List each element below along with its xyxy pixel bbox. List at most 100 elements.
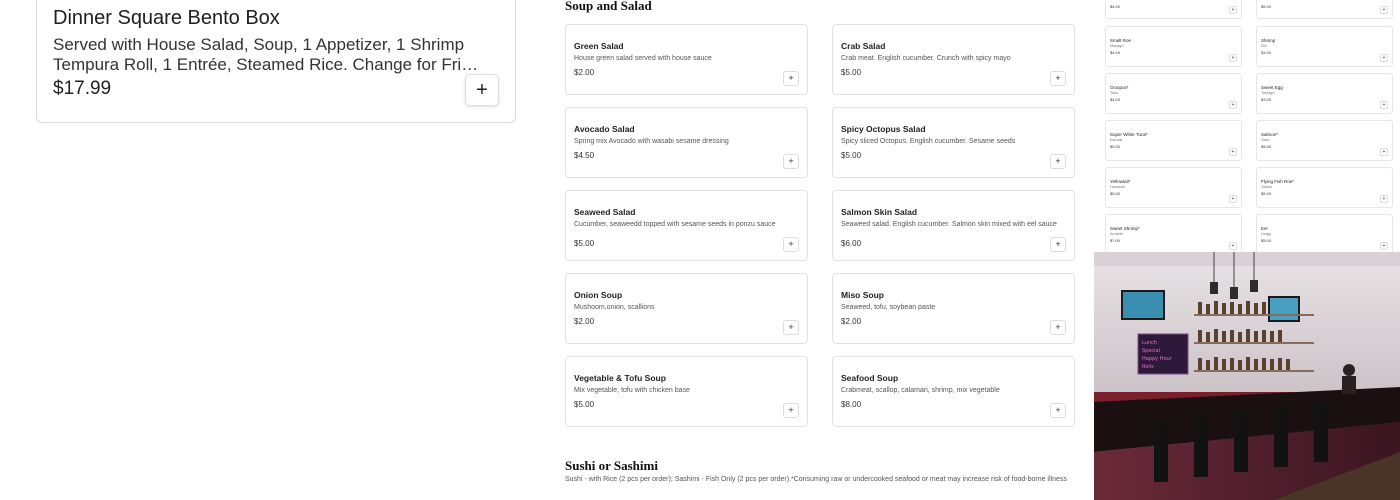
plus-icon: + xyxy=(476,78,488,101)
add-item-button[interactable]: + xyxy=(1050,320,1066,335)
plus-icon: + xyxy=(1382,243,1386,249)
menu-item-description: Crab meat. English cucumber. Crunch with… xyxy=(841,55,1011,62)
menu-item-name: Miso Soup xyxy=(841,290,884,300)
tiny-menu-card[interactable]: Super White Tuna* Escolar $5.00 + xyxy=(1105,120,1242,161)
plus-icon: + xyxy=(1231,7,1235,13)
add-item-button[interactable]: + xyxy=(1380,6,1388,14)
menu-item-card[interactable]: Seaweed Salad Cucumber, seaweedd topped w… xyxy=(565,190,808,261)
menu-item-card[interactable]: Crab Salad Crab meat. English cucumber. C… xyxy=(832,24,1075,95)
plus-icon: + xyxy=(1055,156,1061,166)
tiny-menu-subname: Amaebi xyxy=(1110,232,1123,236)
tiny-menu-subname: Escolar xyxy=(1110,138,1123,142)
add-item-button[interactable]: + xyxy=(783,237,799,252)
menu-item-description: Cucumber, seaweedd topped with sesame se… xyxy=(574,221,776,228)
add-to-cart-button[interactable]: + xyxy=(465,74,499,106)
plus-icon: + xyxy=(1231,55,1235,61)
add-item-button[interactable]: + xyxy=(1050,154,1066,169)
plus-icon: + xyxy=(1382,7,1386,13)
add-item-button[interactable]: + xyxy=(1229,148,1237,156)
add-item-button[interactable]: + xyxy=(1380,148,1388,156)
tiny-menu-name: Super White Tuna* xyxy=(1110,132,1148,137)
menu-item-card[interactable]: Spicy Octopus Salad Spicy sliced Octopus.… xyxy=(832,107,1075,178)
menu-item-description: Spring mix Avocado with wasabi sesame dr… xyxy=(574,138,729,145)
tiny-menu-price: $4.00 xyxy=(1110,50,1121,55)
add-item-button[interactable]: + xyxy=(783,71,799,86)
bento-box-card[interactable]: Dinner Square Bento Box Served with Hous… xyxy=(36,0,516,123)
menu-item-card[interactable]: Vegetable & Tofu Soup Mix vegetable, tofu… xyxy=(565,356,808,427)
add-item-button[interactable]: + xyxy=(783,154,799,169)
menu-item-name: Spicy Octopus Salad xyxy=(841,124,926,134)
plus-icon: + xyxy=(788,73,794,83)
tiny-menu-card[interactable]: Flying Fish Roe* Tobiko $5.00 + xyxy=(1256,167,1393,208)
menu-item-price: $5.00 xyxy=(574,239,595,248)
add-item-button[interactable]: + xyxy=(1229,101,1237,109)
add-item-button[interactable]: + xyxy=(783,403,799,418)
tiny-menu-subname: Unagi xyxy=(1261,232,1271,236)
plus-icon: + xyxy=(1055,239,1061,249)
tiny-menu-card[interactable]: Sweet Shrimp* Amaebi $7.00 + xyxy=(1105,214,1242,255)
restaurant-photo: Lunch Special Happy Hour Rolls xyxy=(1094,252,1400,500)
plus-icon: + xyxy=(1055,322,1061,332)
menu-item-price: $2.00 xyxy=(841,317,862,326)
add-item-button[interactable]: + xyxy=(1050,403,1066,418)
tiny-menu-card[interactable]: Octopus* Tako $4.00 + xyxy=(1105,73,1242,114)
menu-item-price: $5.00 xyxy=(574,400,595,409)
menu-item-description: Seaweed salad. English cucumber. Salmon … xyxy=(841,221,1057,228)
menu-item-description: Mix vegetable, tofu with chicken base xyxy=(574,387,690,394)
menu-item-price: $5.00 xyxy=(841,151,862,160)
menu-item-card[interactable]: Miso Soup Seaweed, tofu, soybean paste $2.… xyxy=(832,273,1075,344)
add-item-button[interactable]: + xyxy=(1380,54,1388,62)
tiny-menu-price: $5.00 xyxy=(1261,144,1272,149)
plus-icon: + xyxy=(1231,196,1235,202)
menu-item-card[interactable]: Seafood Soup Crabmeat, scallop, calamari,… xyxy=(832,356,1075,427)
tiny-menu-subname: Sake xyxy=(1261,138,1270,142)
tiny-menu-card[interactable]: Smelt Roe Masago $4.00 + xyxy=(1105,26,1242,67)
add-item-button[interactable]: + xyxy=(1229,242,1237,250)
plus-icon: + xyxy=(1382,55,1386,61)
add-item-button[interactable]: + xyxy=(1229,195,1237,203)
plus-icon: + xyxy=(1055,405,1061,415)
sushi-description: Sushi - with Rice (2 pcs per order); Sas… xyxy=(565,476,1067,483)
tiny-menu-price: $5.00 xyxy=(1110,144,1121,149)
tiny-menu-price: $5.00 xyxy=(1110,191,1121,196)
tiny-menu-card[interactable]: Yellowtail* Hamachi $5.00 + xyxy=(1105,167,1242,208)
tiny-menu-card[interactable]: $4.00 + xyxy=(1105,0,1242,19)
tiny-menu-subname: Hamachi xyxy=(1110,185,1125,189)
tiny-menu-subname: Masago xyxy=(1110,44,1124,48)
add-item-button[interactable]: + xyxy=(1229,6,1237,14)
tiny-menu-price: $4.00 xyxy=(1110,4,1121,9)
menu-item-card[interactable]: Salmon Skin Salad Seaweed salad. English … xyxy=(832,190,1075,261)
tiny-menu-name: Sweet Egg xyxy=(1261,85,1283,90)
tiny-menu-price: $3.00 xyxy=(1261,97,1272,102)
tiny-menu-card[interactable]: Shrimp Ebi $3.00 + xyxy=(1256,26,1393,67)
tiny-menu-name: Sweet Shrimp* xyxy=(1110,226,1140,231)
add-item-button[interactable]: + xyxy=(1050,71,1066,86)
menu-item-description: Crabmeat, scallop, calamari, shrimp, mix… xyxy=(841,387,1000,394)
menu-item-card[interactable]: Onion Soup Mushoom,onion, scallions $2.00 + xyxy=(565,273,808,344)
menu-item-card[interactable]: Green Salad House green salad served with… xyxy=(565,24,808,95)
plus-icon: + xyxy=(1231,243,1235,249)
tiny-menu-card[interactable]: Salmon* Sake $5.00 + xyxy=(1256,120,1393,161)
menu-item-name: Onion Soup xyxy=(574,290,623,300)
menu-item-name: Salmon Skin Salad xyxy=(841,207,918,217)
tiny-menu-card[interactable]: Eel Unagi $5.00 + xyxy=(1256,214,1393,255)
add-item-button[interactable]: + xyxy=(1380,242,1388,250)
sign-line-3: Happy Hour xyxy=(1142,356,1173,362)
add-item-button[interactable]: + xyxy=(1380,101,1388,109)
sign-line-2: Special xyxy=(1142,348,1160,354)
tiny-menu-card[interactable]: Sweet Egg Tamago $3.00 + xyxy=(1256,73,1393,114)
menu-item-card[interactable]: Avocado Salad Spring mix Avocado with was… xyxy=(565,107,808,178)
tiny-menu-subname: Tamago xyxy=(1261,91,1275,95)
add-item-button[interactable]: + xyxy=(1050,237,1066,252)
tiny-menu-name: Eel xyxy=(1261,226,1268,231)
tiny-menu-card[interactable]: $5.00 + xyxy=(1256,0,1393,19)
menu-item-price: $2.00 xyxy=(574,317,595,326)
plus-icon: + xyxy=(788,405,794,415)
add-item-button[interactable]: + xyxy=(1229,54,1237,62)
tiny-menu-name: Salmon* xyxy=(1261,132,1279,137)
add-item-button[interactable]: + xyxy=(1380,195,1388,203)
add-item-button[interactable]: + xyxy=(783,320,799,335)
plus-icon: + xyxy=(788,239,794,249)
tiny-menu-name: Yellowtail* xyxy=(1110,179,1131,184)
tiny-menu-subname: Ebi xyxy=(1261,44,1267,48)
